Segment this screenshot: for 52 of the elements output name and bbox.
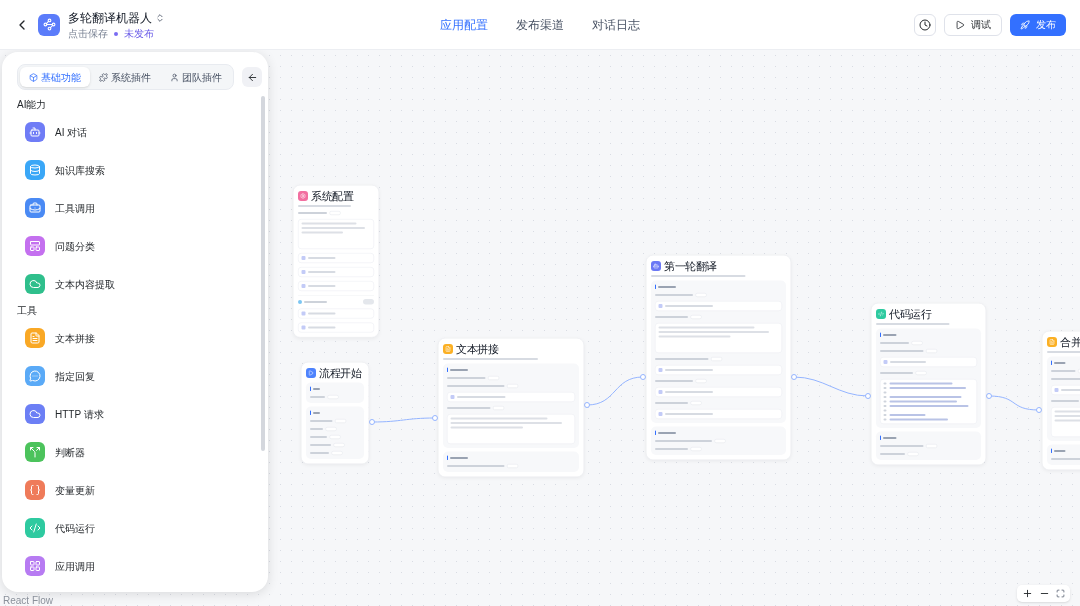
app-icon [38, 13, 60, 36]
rocket-icon [1020, 19, 1030, 30]
node-type-item[interactable]: 指定回复 [2, 357, 268, 395]
clock-icon [919, 18, 931, 31]
node-type-item[interactable]: 应用调用 [2, 547, 268, 585]
node-type-item[interactable]: 变量更新 [2, 471, 268, 509]
publish-status: 未发布 [124, 28, 154, 40]
publish-button[interactable]: 发布 [1010, 13, 1066, 36]
library-tab[interactable]: 团队插件 [160, 67, 231, 87]
workflow-node[interactable]: 第一轮翻译 [646, 255, 791, 460]
switch-icon[interactable] [155, 13, 165, 23]
section-title: AI能力 [16, 98, 48, 112]
node-title: 合并 [1060, 336, 1080, 348]
node-type-item[interactable]: AI 对话 [2, 113, 268, 151]
user-icon [169, 72, 179, 82]
node-title: 代码运行 [889, 308, 931, 320]
node-type-item[interactable]: 判断器 [2, 433, 268, 471]
workflow-node[interactable]: 合并 [1042, 331, 1080, 470]
fit-view-icon[interactable] [1056, 589, 1065, 598]
app-title: 多轮翻译机器人 [68, 10, 152, 27]
workflow-canvas[interactable]: 系统配置 流程开始 文本拼接 第一轮翻译 代码运行 合并 基础功能 系统插件 团队插件 AI能力 AI 对话 知识库搜索 工具调用 问题分类 文本内容提取 工具 文本拼接 指定回复 HTTP 请求 判断器 变量更新 代码运行 应用调用 React Flow [0, 50, 1080, 606]
history-button[interactable] [914, 13, 936, 36]
collapse-button[interactable] [242, 67, 262, 87]
library-tab[interactable]: 基础功能 [20, 67, 91, 87]
zoom-in-icon[interactable] [1022, 588, 1033, 599]
play-icon [955, 19, 965, 30]
node-title: 文本拼接 [456, 343, 498, 355]
node-title: 系统配置 [311, 190, 353, 202]
node-type-item[interactable]: 知识库搜索 [2, 151, 268, 189]
node-type-item[interactable]: 问题分类 [2, 227, 268, 265]
library-tab[interactable]: 系统插件 [90, 67, 161, 87]
scrollbar[interactable] [261, 96, 265, 451]
node-title: 第一轮翻译 [664, 260, 717, 272]
nav-tab[interactable]: 发布渠道 [516, 15, 564, 34]
workflow-node[interactable]: 流程开始 [301, 362, 369, 464]
node-type-item[interactable]: 文本拼接 [2, 319, 268, 357]
section-title: 工具 [16, 304, 38, 318]
nav-tab[interactable]: 应用配置 [440, 15, 488, 34]
node-type-item[interactable]: 工具调用 [2, 189, 268, 227]
node-type-item[interactable]: 文本内容提取 [2, 265, 268, 303]
save-hint[interactable]: 点击保存 [68, 28, 108, 40]
workflow-node[interactable]: 代码运行 [871, 303, 986, 465]
node-type-item[interactable]: HTTP 请求 [2, 395, 268, 433]
node-title: 流程开始 [319, 367, 361, 379]
puzzle-icon [99, 72, 109, 82]
node-type-item[interactable]: 代码运行 [2, 509, 268, 547]
workflow-node[interactable]: 文本拼接 [438, 338, 584, 477]
workflow-node[interactable]: 系统配置 [293, 185, 379, 338]
cube-icon [29, 72, 39, 82]
debug-button[interactable]: 调试 [944, 13, 1002, 36]
arrow-left-icon [246, 71, 258, 83]
nav-tab[interactable]: 对话日志 [592, 15, 640, 34]
